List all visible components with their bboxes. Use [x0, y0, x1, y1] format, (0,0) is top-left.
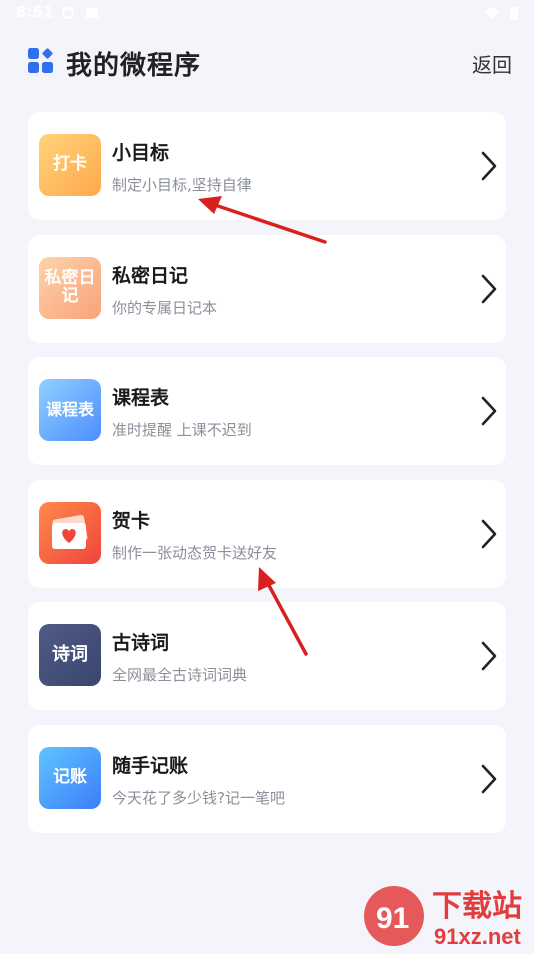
watermark-graphic: 91 下载站 91xz.net: [364, 886, 522, 949]
poetry-icon: 诗词: [39, 624, 101, 686]
app-card-diary[interactable]: 私密日记 私密日记 你的专属日记本: [28, 235, 506, 343]
app-subtitle: 全网最全古诗词词典: [112, 666, 248, 684]
chevron-right-icon: [481, 151, 497, 181]
app-card-schedule[interactable]: 课程表 课程表 准时提醒 上课不迟到: [28, 357, 506, 465]
svg-text:91xz.net: 91xz.net: [434, 924, 521, 949]
thumb-label: 记账: [39, 747, 101, 809]
thumb-label: 打卡: [39, 134, 101, 196]
app-subtitle: 准时提醒 上课不迟到: [112, 421, 252, 439]
app-card-goal[interactable]: 打卡 小目标 制定小目标,坚持自律: [28, 112, 506, 220]
app-subtitle: 制定小目标,坚持自律: [112, 176, 252, 194]
app-subtitle: 你的专属日记本: [112, 299, 218, 317]
settings-status-icon: [61, 6, 75, 20]
greeting-card-icon: [39, 502, 101, 564]
app-card-greeting-card[interactable]: 贺卡 制作一张动态贺卡送好友: [28, 480, 506, 588]
chevron-right-icon: [481, 641, 497, 671]
clock-in-icon: 打卡: [39, 134, 101, 196]
svg-text:下载站: 下载站: [432, 889, 522, 924]
battery-icon: [510, 7, 518, 20]
app-card-bookkeeping[interactable]: 记账 随手记账 今天花了多少钱?记一笔吧: [28, 725, 506, 833]
card-heart-icon: [52, 514, 88, 549]
chevron-right-icon: [481, 764, 497, 794]
chevron-right-icon: [481, 396, 497, 426]
back-button[interactable]: 返回: [472, 49, 512, 78]
status-time: 8:51: [16, 3, 54, 21]
thumb-label: 诗词: [39, 624, 101, 686]
bookkeeping-icon: 记账: [39, 747, 101, 809]
header: 我的微程序 返回: [0, 38, 534, 90]
svg-text:91: 91: [376, 902, 409, 935]
app-subtitle: 制作一张动态贺卡送好友: [112, 544, 278, 562]
app-title: 古诗词: [112, 632, 170, 654]
app-subtitle: 今天花了多少钱?记一笔吧: [112, 789, 285, 807]
page-title: 我的微程序: [66, 51, 202, 81]
apps-grid-icon: [28, 48, 53, 73]
app-title: 课程表: [112, 387, 170, 409]
app-title: 小目标: [112, 142, 170, 164]
message-status-icon: [86, 8, 98, 18]
diary-icon: 私密日记: [39, 257, 101, 319]
app-title: 贺卡: [112, 510, 151, 532]
watermark-logo: 91 下载站 91xz.net: [360, 880, 534, 950]
status-bar: 8:51: [0, 0, 534, 28]
wifi-icon: [485, 7, 499, 19]
schedule-icon: 课程表: [39, 379, 101, 441]
app-title: 私密日记: [112, 265, 189, 287]
chevron-right-icon: [481, 274, 497, 304]
app-title: 随手记账: [112, 755, 189, 777]
app-card-poetry[interactable]: 诗词 古诗词 全网最全古诗词词典: [28, 602, 506, 710]
thumb-label: 私密日记: [39, 257, 101, 319]
chevron-right-icon: [481, 519, 497, 549]
thumb-label: 课程表: [39, 379, 101, 441]
